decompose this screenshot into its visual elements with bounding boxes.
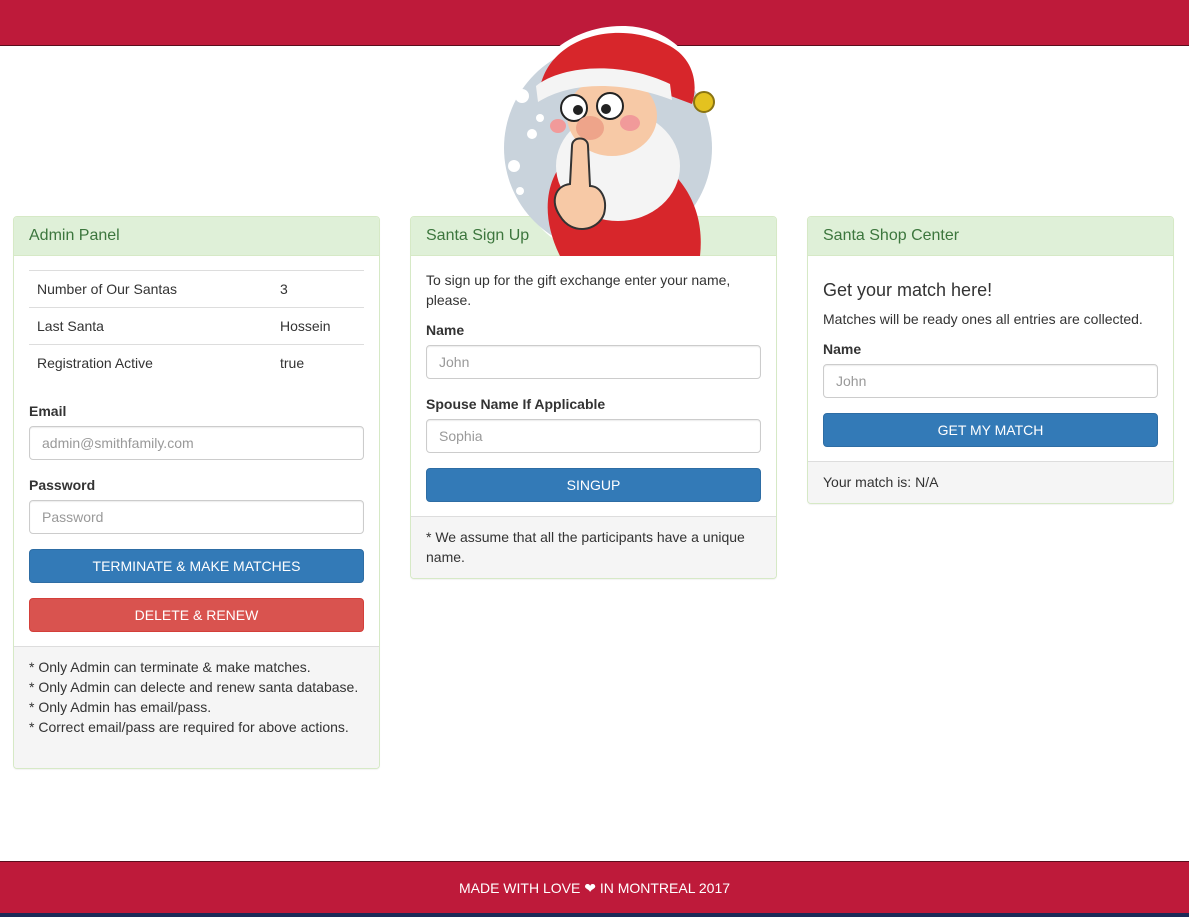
shop-subtext: Matches will be ready ones all entries a… bbox=[823, 311, 1143, 327]
delete-renew-button[interactable]: DELETE & RENEW bbox=[29, 598, 364, 632]
table-row: Registration Active true bbox=[29, 344, 364, 381]
email-field[interactable] bbox=[29, 426, 364, 460]
footer: MADE WITH LOVE ❤ IN MONTREAL 2017 bbox=[0, 861, 1189, 914]
stat-value: Hossein bbox=[272, 307, 364, 345]
admin-note: * Only Admin can terminate & make matche… bbox=[29, 659, 311, 675]
signup-note: * We assume that all the participants ha… bbox=[411, 516, 776, 578]
signup-panel: Santa Sign Up To sign up for the gift ex… bbox=[410, 216, 777, 579]
admin-panel-title: Admin Panel bbox=[14, 217, 379, 256]
match-result: Your match is: N/A bbox=[808, 461, 1173, 503]
footer-bottom-strip bbox=[0, 913, 1189, 917]
signup-note-text: * We assume that all the participants ha… bbox=[426, 529, 745, 565]
spouse-name-label: Spouse Name If Applicable bbox=[426, 396, 606, 412]
signup-intro: To sign up for the gift exchange enter y… bbox=[426, 272, 731, 308]
get-my-match-button[interactable]: GET MY MATCH bbox=[823, 413, 1158, 447]
stat-value: 3 bbox=[272, 270, 364, 308]
terminate-make-matches-button[interactable]: TERMINATE & MAKE MATCHES bbox=[29, 549, 364, 583]
signup-button[interactable]: SINGUP bbox=[426, 468, 761, 502]
match-result-text: Your match is: N/A bbox=[823, 474, 939, 490]
shop-heading: Get your match here! bbox=[823, 280, 993, 300]
shop-panel: Santa Shop Center Get your match here! M… bbox=[807, 216, 1174, 504]
email-label: Email bbox=[29, 403, 67, 419]
name-label: Name bbox=[426, 322, 465, 338]
admin-notes: * Only Admin can terminate & make matche… bbox=[14, 646, 379, 768]
stat-label: Number of Our Santas bbox=[29, 270, 272, 308]
shop-panel-title: Santa Shop Center bbox=[808, 217, 1173, 256]
footer-text: MADE WITH LOVE bbox=[458, 880, 581, 896]
signup-name-input[interactable] bbox=[426, 345, 761, 379]
spouse-name-input[interactable] bbox=[426, 419, 761, 453]
admin-note: * Only Admin can delecte and renew santa… bbox=[29, 679, 359, 695]
admin-panel: Admin Panel Number of Our Santas 3 Last … bbox=[13, 216, 380, 769]
footer-text: IN MONTREAL 2017 bbox=[599, 880, 731, 896]
table-row: Number of Our Santas 3 bbox=[29, 270, 364, 308]
admin-note: * Correct email/pass are required for ab… bbox=[29, 719, 349, 735]
password-label: Password bbox=[29, 477, 96, 493]
shop-name-label: Name bbox=[823, 341, 862, 357]
heart-icon: ❤ bbox=[584, 880, 596, 896]
santa-shush-icon bbox=[504, 26, 715, 256]
admin-stats-table: Number of Our Santas 3 Last Santa Hossei… bbox=[29, 270, 364, 381]
admin-note: * Only Admin has email/pass. bbox=[29, 699, 212, 715]
password-field[interactable] bbox=[29, 500, 364, 534]
stat-value: true bbox=[272, 344, 364, 381]
stat-label: Last Santa bbox=[29, 307, 272, 345]
table-row: Last Santa Hossein bbox=[29, 307, 364, 345]
stat-label: Registration Active bbox=[29, 344, 272, 381]
shop-name-input[interactable] bbox=[823, 364, 1158, 398]
